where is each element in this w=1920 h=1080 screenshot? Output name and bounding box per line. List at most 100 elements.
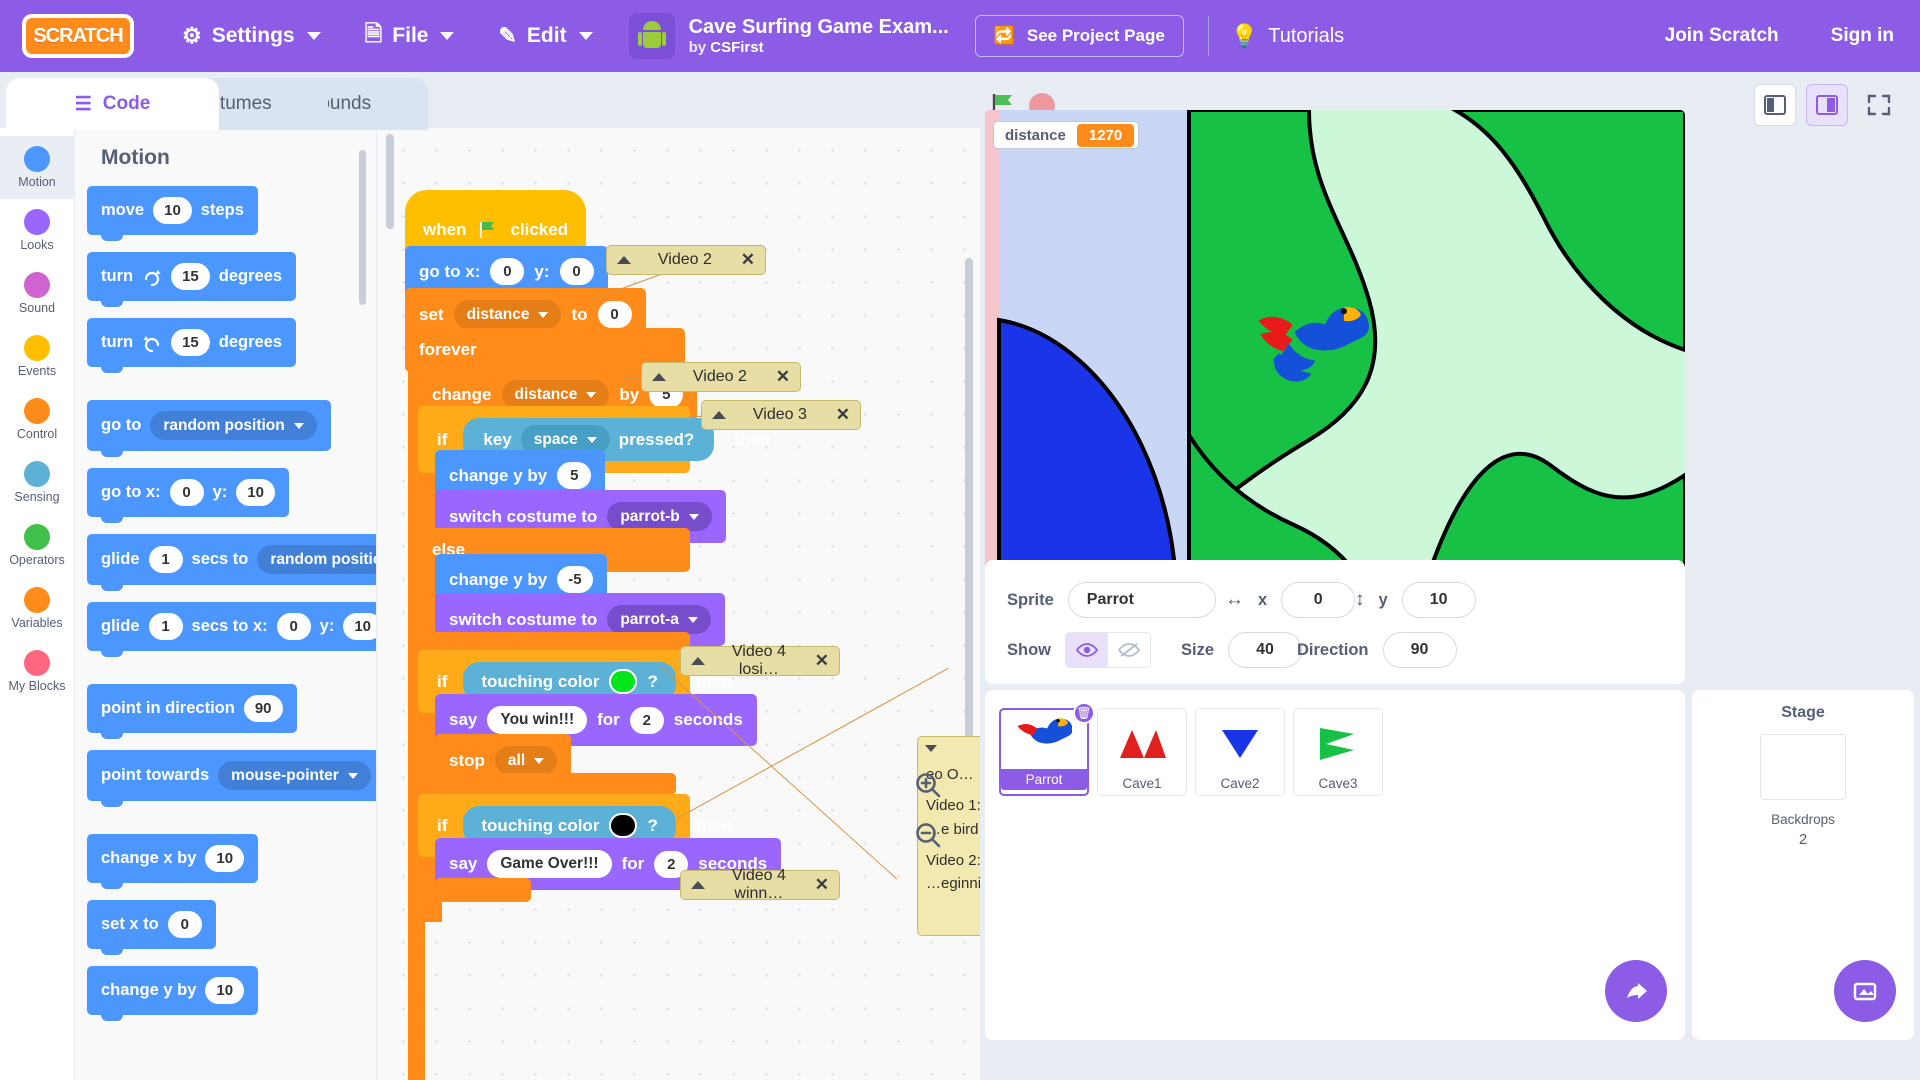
set-variable-dropdown[interactable]: distance xyxy=(453,300,562,329)
palette-block-go-to[interactable]: go to random position xyxy=(87,400,331,457)
collapse-triangle-icon[interactable] xyxy=(691,881,705,889)
comment-video-3[interactable]: Video 3 ✕ xyxy=(701,400,861,430)
go-to-y-input[interactable]: 10 xyxy=(236,479,275,506)
tab-code[interactable]: ☰ Code xyxy=(6,78,219,130)
sprite-card-parrot[interactable]: 🗑 Parrot xyxy=(999,702,1095,796)
glide-y-input[interactable]: 10 xyxy=(343,613,376,640)
category-variables[interactable]: Variables xyxy=(0,577,74,640)
color-swatch-green[interactable] xyxy=(609,669,638,694)
sprite-direction-input[interactable]: 90 xyxy=(1382,632,1457,668)
costume-b-dropdown[interactable]: parrot-b xyxy=(607,502,712,531)
glide-x-input[interactable]: 0 xyxy=(276,613,311,640)
costume-a-dropdown[interactable]: parrot-a xyxy=(607,605,711,634)
tutorials-button[interactable]: 💡 Tutorials xyxy=(1209,0,1366,72)
show-toggle-group[interactable] xyxy=(1065,632,1151,668)
palette-block-change-x-by[interactable]: change x by 10 xyxy=(87,834,259,889)
canvas-scrollbar-left[interactable] xyxy=(386,134,394,229)
block-palette[interactable]: Motion move 10 steps turn 15 degrees tur… xyxy=(75,128,377,1080)
palette-block-change-y-by[interactable]: change y by 10 xyxy=(87,966,259,1021)
show-hidden-button[interactable] xyxy=(1108,633,1150,667)
sprite-y-input[interactable]: 10 xyxy=(1401,582,1476,618)
palette-block-move[interactable]: move 10 steps xyxy=(87,186,258,241)
change-y-input[interactable]: 10 xyxy=(205,977,245,1004)
script-go-to-x-input[interactable]: 0 xyxy=(490,258,525,285)
glide-target-dropdown[interactable]: random position xyxy=(257,545,376,574)
comment-video-2-b[interactable]: Video 2 ✕ xyxy=(641,362,801,392)
scratch-logo[interactable]: SCRATCH xyxy=(22,14,134,58)
sprite-list[interactable]: 🗑 Parrot Cave1 Cave2 Cave3 xyxy=(985,690,1685,1040)
menu-settings[interactable]: ⚙ Settings xyxy=(160,0,343,72)
collapse-triangle-icon[interactable] xyxy=(925,744,937,752)
collapse-triangle-icon[interactable] xyxy=(617,256,631,264)
sprite-name-input[interactable]: Parrot xyxy=(1067,582,1216,618)
script-canvas[interactable]: when clicked go to x: 0 y: 0 set distanc… xyxy=(377,128,980,1080)
menu-file[interactable]: 🗎 File xyxy=(343,0,477,72)
palette-block-go-to-xy[interactable]: go to x: 0 y: 10 xyxy=(87,468,289,523)
zoom-in-button[interactable] xyxy=(911,768,945,802)
collapse-triangle-icon[interactable] xyxy=(652,373,666,381)
sprite-size-input[interactable]: 40 xyxy=(1228,632,1303,668)
palette-block-turn-right[interactable]: turn 15 degrees xyxy=(87,252,297,307)
sign-in-button[interactable]: Sign in xyxy=(1805,25,1920,47)
stage-selector-panel[interactable]: Stage Backdrops 2 xyxy=(1692,690,1914,1040)
category-looks[interactable]: Looks xyxy=(0,199,74,262)
small-stage-button[interactable] xyxy=(1754,84,1796,126)
collapse-triangle-icon[interactable] xyxy=(712,411,726,419)
delete-sprite-button[interactable]: 🗑 xyxy=(1073,702,1095,724)
see-project-page-button[interactable]: 🔁 See Project Page xyxy=(974,15,1184,57)
close-icon[interactable]: ✕ xyxy=(741,250,755,270)
palette-block-point-in-direction[interactable]: point in direction 90 xyxy=(87,684,297,739)
change-x-input[interactable]: 10 xyxy=(205,845,245,872)
say-win-text-input[interactable]: You win!!! xyxy=(487,706,588,734)
sprite-card-cave1[interactable]: Cave1 xyxy=(1097,708,1187,796)
comment-video-4-winning[interactable]: Video 4 winn… ✕ xyxy=(680,867,840,902)
close-icon[interactable]: ✕ xyxy=(815,651,829,671)
category-operators[interactable]: Operators xyxy=(0,514,74,577)
change-variable-dropdown[interactable]: distance xyxy=(501,380,610,409)
category-control[interactable]: Control xyxy=(0,388,74,451)
palette-block-turn-left[interactable]: turn 15 degrees xyxy=(87,318,297,373)
stop-win-dropdown[interactable]: all xyxy=(494,746,558,775)
go-to-x-input[interactable]: 0 xyxy=(169,479,204,506)
category-sensing[interactable]: Sensing xyxy=(0,451,74,514)
fullscreen-button[interactable] xyxy=(1858,84,1900,126)
large-stage-button[interactable] xyxy=(1806,84,1848,126)
block-stop-over[interactable] xyxy=(435,878,531,902)
menu-edit[interactable]: ✎ Edit xyxy=(476,0,614,72)
glide-secs-input[interactable]: 1 xyxy=(148,546,183,573)
glide-xy-secs-input[interactable]: 1 xyxy=(148,613,183,640)
move-steps-input[interactable]: 10 xyxy=(153,197,192,224)
go-to-target-dropdown[interactable]: random position xyxy=(150,411,317,440)
palette-scrollbar[interactable] xyxy=(359,150,366,305)
palette-block-set-x-to[interactable]: set x to 0 xyxy=(87,900,216,955)
add-backdrop-button[interactable] xyxy=(1834,960,1896,1022)
close-icon[interactable]: ✕ xyxy=(836,405,850,425)
category-events[interactable]: Events xyxy=(0,325,74,388)
sprite-x-input[interactable]: 0 xyxy=(1281,582,1356,618)
close-icon[interactable]: ✕ xyxy=(776,367,790,387)
category-motion[interactable]: Motion xyxy=(0,136,74,199)
variable-monitor-distance[interactable]: distance 1270 xyxy=(993,121,1140,149)
category-my-blocks[interactable]: My Blocks xyxy=(0,640,74,703)
canvas-scrollbar-vertical[interactable] xyxy=(965,258,973,778)
close-icon[interactable]: ✕ xyxy=(815,875,829,895)
palette-block-glide-to-xy[interactable]: glide 1 secs to x: 0 y: 10 xyxy=(87,602,376,657)
comment-video-4-losing[interactable]: Video 4 losi… ✕ xyxy=(680,643,840,678)
direction-input[interactable]: 90 xyxy=(243,695,283,722)
comment-video-2-a[interactable]: Video 2 ✕ xyxy=(606,245,766,275)
comment-expanded-header[interactable] xyxy=(918,737,980,759)
palette-block-point-towards[interactable]: point towards mouse-pointer xyxy=(87,750,376,807)
say-over-text-input[interactable]: Game Over!!! xyxy=(487,850,612,878)
collapse-triangle-icon[interactable] xyxy=(691,657,705,665)
change-y-down-input[interactable]: -5 xyxy=(557,566,593,593)
change-y-up-input[interactable]: 5 xyxy=(557,462,592,489)
stage-backdrop-preview[interactable] xyxy=(1760,734,1846,800)
sprite-card-cave3[interactable]: Cave3 xyxy=(1293,708,1383,796)
script-go-to-y-input[interactable]: 0 xyxy=(559,258,594,285)
point-towards-dropdown[interactable]: mouse-pointer xyxy=(218,761,371,790)
say-win-secs-input[interactable]: 2 xyxy=(629,706,664,734)
show-visible-button[interactable] xyxy=(1066,633,1108,667)
join-scratch-button[interactable]: Join Scratch xyxy=(1639,25,1805,47)
color-swatch-black[interactable] xyxy=(609,813,638,838)
category-sound[interactable]: Sound xyxy=(0,262,74,325)
